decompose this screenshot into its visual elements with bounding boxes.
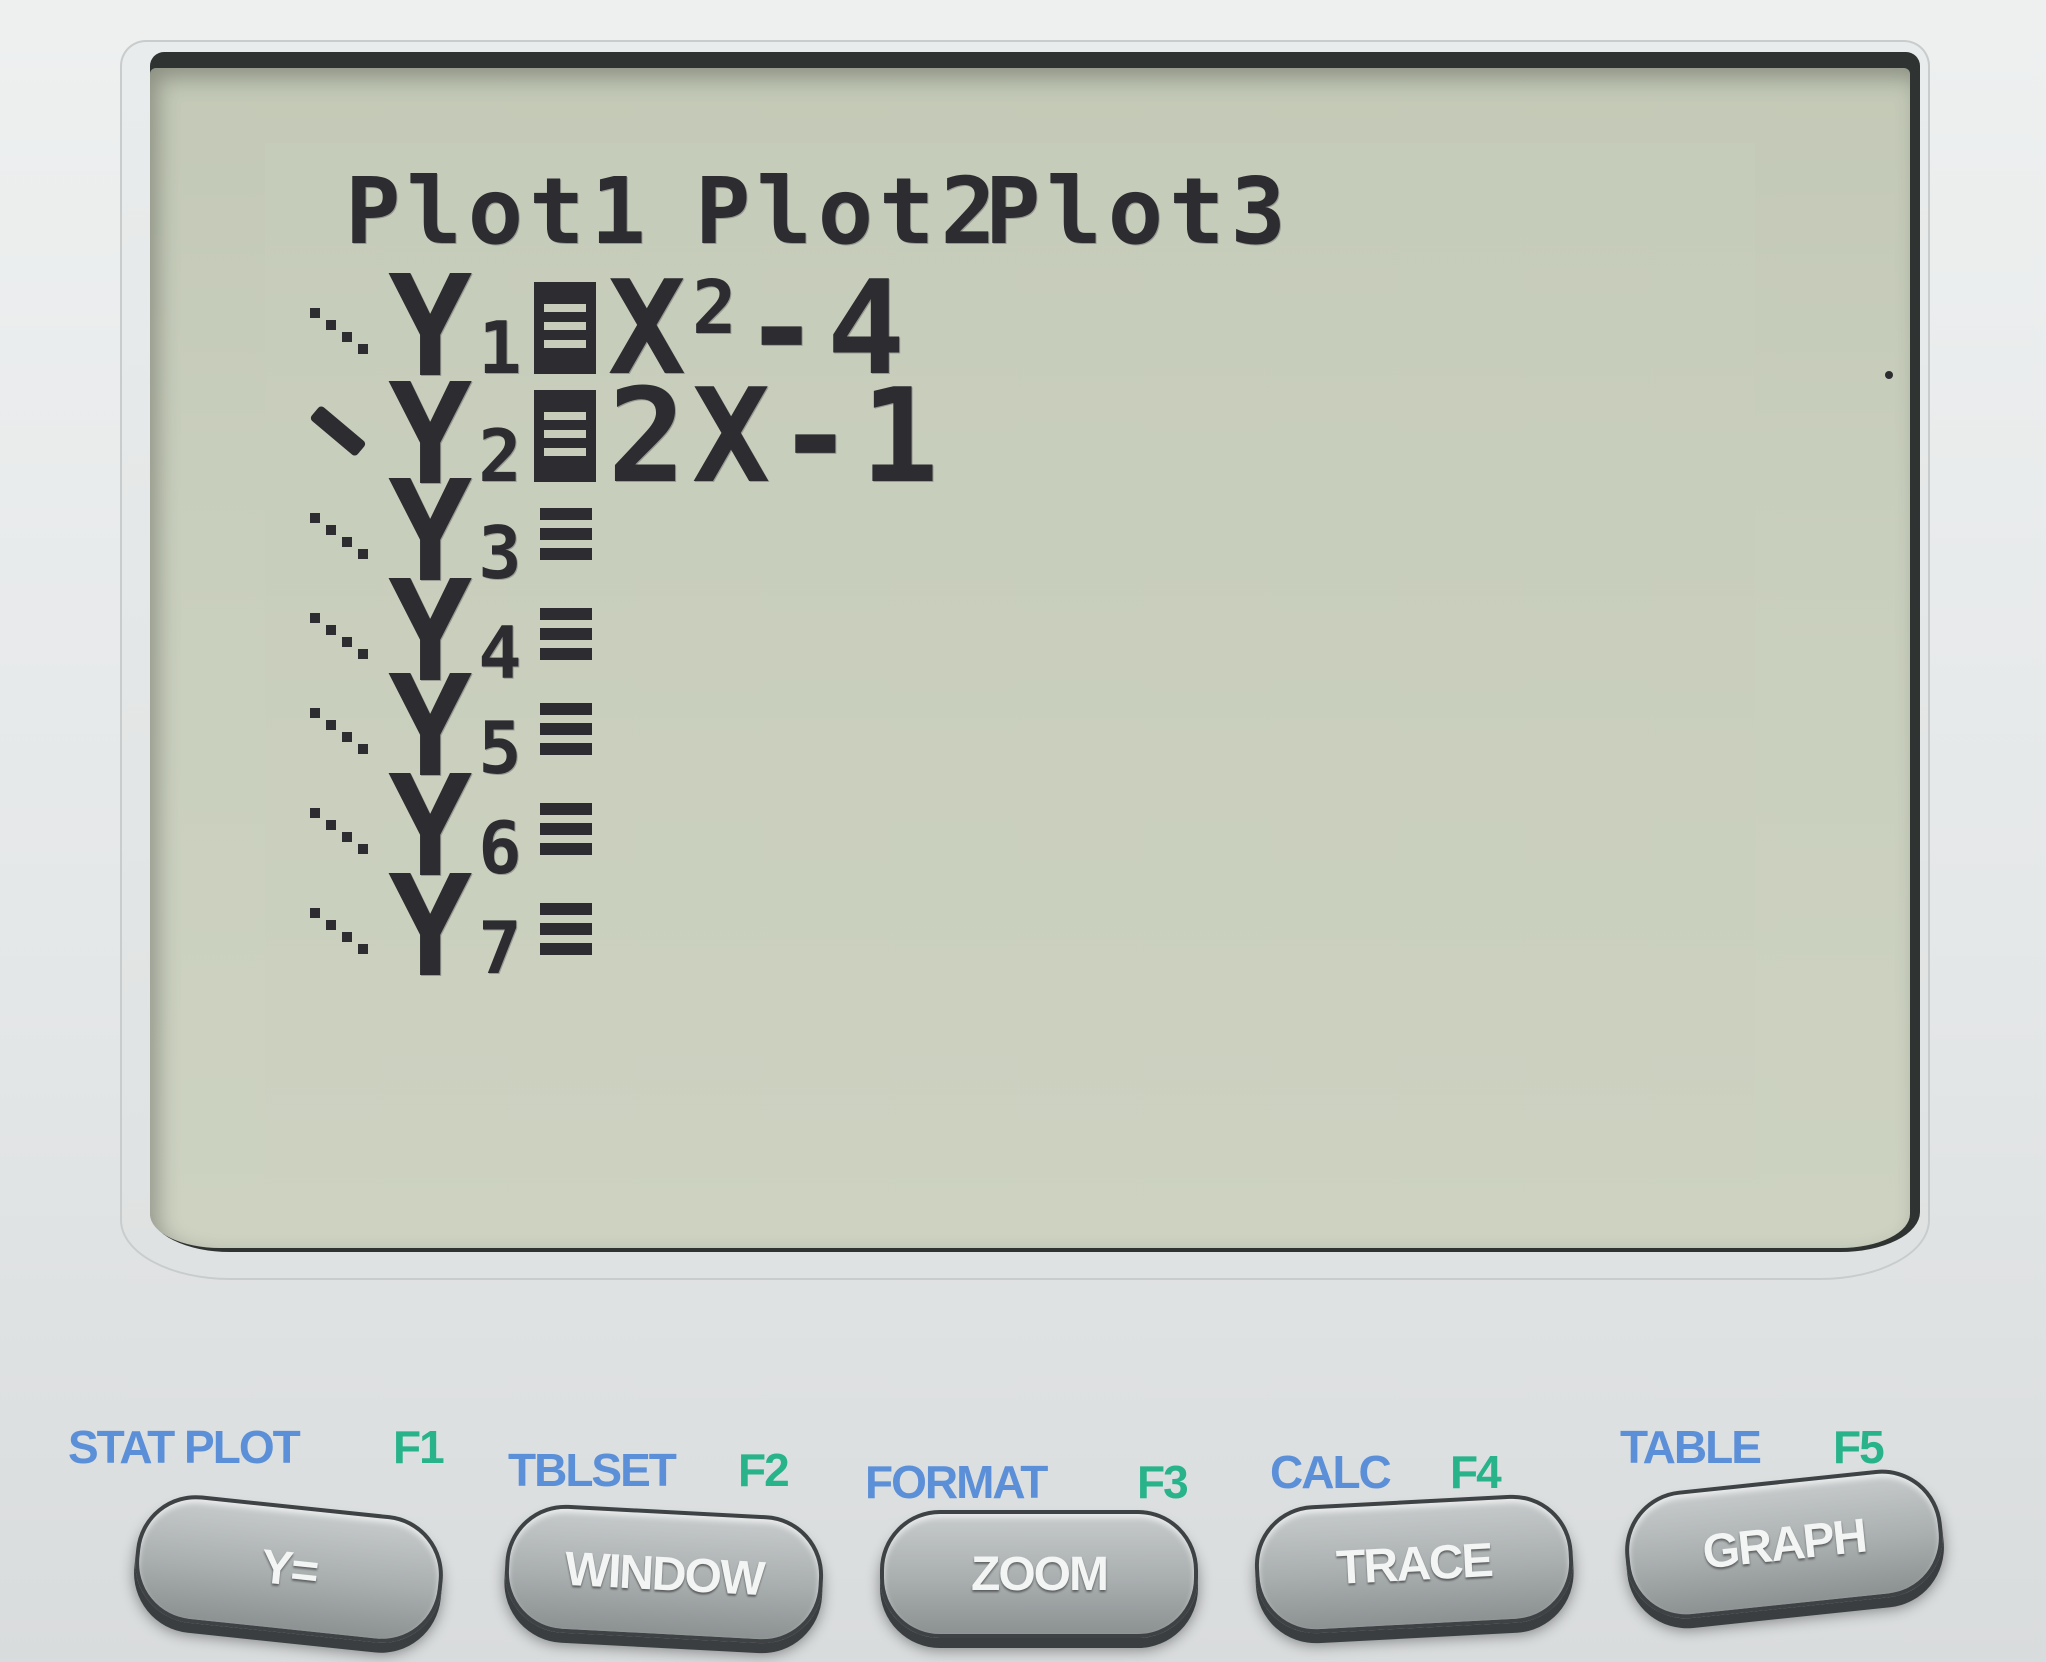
- second-function-label: FORMAT: [865, 1456, 1048, 1508]
- key-trace-button[interactable]: TRACE: [1251, 1491, 1577, 1637]
- equals-selected-icon[interactable]: [533, 282, 596, 374]
- key-zoom-button[interactable]: ZOOM: [880, 1510, 1198, 1638]
- key-y-button[interactable]: Y=: [129, 1489, 449, 1649]
- key-window-button[interactable]: WINDOW: [501, 1501, 827, 1647]
- plot3-toggle[interactable]: Plot3: [985, 158, 1292, 265]
- line-style-icon[interactable]: [300, 483, 380, 583]
- equals-icon[interactable]: [534, 498, 596, 568]
- alpha-function-label: F3: [1137, 1456, 1189, 1508]
- line-style-icon[interactable]: [300, 778, 380, 878]
- equals-icon[interactable]: [534, 598, 596, 668]
- function-index: 7: [478, 906, 522, 990]
- equals-icon[interactable]: [534, 793, 596, 863]
- alpha-function-label: F5: [1833, 1421, 1885, 1473]
- alpha-function-label: F1: [393, 1421, 445, 1473]
- expression-base: 2X-1: [607, 360, 945, 512]
- key-graph-button[interactable]: GRAPH: [1619, 1463, 1949, 1625]
- lcd-screen: Plot1 Plot2 Plot3 Y 1 X2-4 Y 2 2X-1 Y 3 Y 4 Y 5 Y 6 Y 7: [150, 68, 1910, 1248]
- function-expression[interactable]: 2X-1: [608, 360, 945, 512]
- screen-dust-speck: [1885, 371, 1893, 379]
- equals-icon[interactable]: [534, 693, 596, 763]
- key-label: TRACE: [1335, 1533, 1493, 1595]
- calculator-body: Plot1 Plot2 Plot3 Y 1 X2-4 Y 2 2X-1 Y 3 Y 4 Y 5 Y 6 Y 7…: [0, 0, 2046, 1662]
- line-style-icon[interactable]: [300, 278, 380, 378]
- second-function-label: TBLSET: [508, 1444, 677, 1496]
- line-style-icon[interactable]: [300, 678, 380, 778]
- second-function-label: CALC: [1270, 1446, 1392, 1498]
- key-label: Y=: [258, 1539, 320, 1599]
- key-label: WINDOW: [563, 1542, 765, 1606]
- second-function-label: TABLE: [1620, 1421, 1762, 1473]
- expression-exponent: 2: [691, 265, 743, 351]
- second-function-label: STAT PLOT: [68, 1421, 301, 1473]
- key-label: ZOOM: [971, 1547, 1109, 1601]
- alpha-function-label: F4: [1450, 1446, 1502, 1498]
- alpha-function-label: F2: [738, 1444, 790, 1496]
- equals-icon[interactable]: [534, 893, 596, 963]
- function-name: Y: [388, 846, 473, 1009]
- line-style-icon[interactable]: [300, 878, 380, 978]
- thick-line-style-icon[interactable]: [300, 386, 380, 486]
- equals-selected-icon[interactable]: [533, 390, 596, 482]
- function-row-y7[interactable]: Y7: [300, 858, 608, 998]
- key-label: GRAPH: [1700, 1509, 1868, 1579]
- plot2-toggle[interactable]: Plot2: [695, 158, 1002, 265]
